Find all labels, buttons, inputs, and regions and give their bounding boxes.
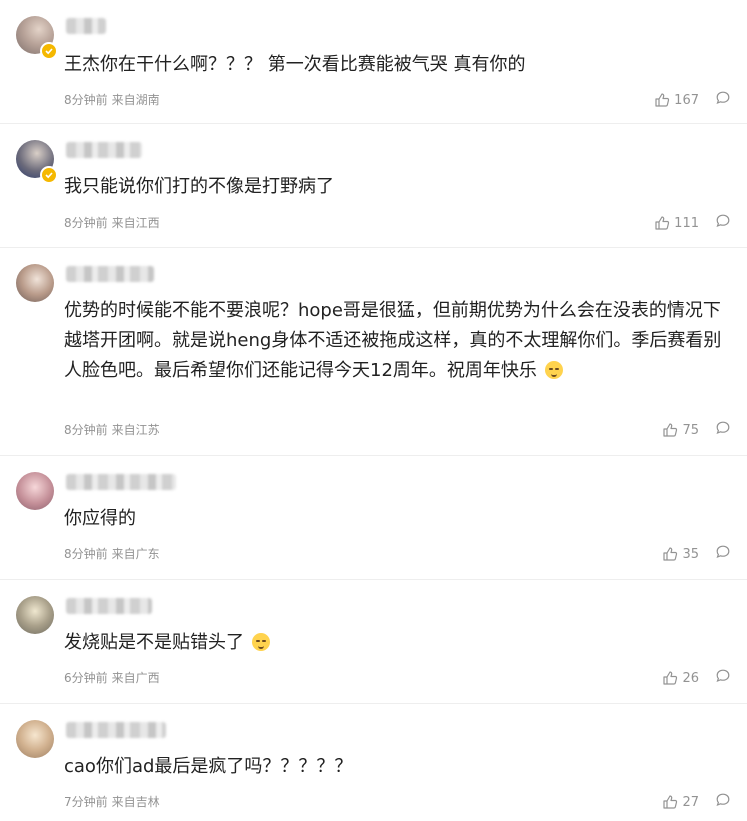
comment-location: 来自湖南 xyxy=(111,93,160,107)
comment-meta: 6分钟前 来自广西 xyxy=(64,669,160,686)
thumbs-up-icon xyxy=(655,216,670,230)
username-blurred[interactable] xyxy=(66,142,142,158)
like-count: 26 xyxy=(682,670,699,686)
avatar[interactable] xyxy=(16,264,54,302)
comment-item: 王杰你在干什么啊？？？ 第一次看比赛能被气哭 真有你的 8分钟前 来自湖南 16… xyxy=(0,0,747,124)
username-blurred[interactable] xyxy=(66,266,154,282)
comment-actions: 27 xyxy=(662,792,731,812)
avatar[interactable] xyxy=(16,720,54,758)
comment-meta: 7分钟前 来自吉林 xyxy=(64,793,160,810)
thumbs-up-icon xyxy=(663,671,678,685)
comment-item: 优势的时候能不能不要浪呢？hope哥是很猛，但前期优势为什么会在没表的情况下越塔… xyxy=(0,248,747,456)
avatar[interactable] xyxy=(16,596,54,634)
comment-meta: 8分钟前 来自江苏 xyxy=(64,421,160,438)
comment-location: 来自吉林 xyxy=(111,795,160,809)
comment-text-body: 发烧贴是不是贴错头了 xyxy=(64,632,244,653)
comment-meta: 8分钟前 来自江西 xyxy=(64,214,160,231)
comment-location: 来自江西 xyxy=(111,216,160,230)
avatar[interactable] xyxy=(16,472,54,510)
username-blurred[interactable] xyxy=(66,722,166,738)
comment-text-body: 优势的时候能不能不要浪呢？hope哥是很猛，但前期优势为什么会在没表的情况下越塔… xyxy=(64,300,722,381)
comment-item: cao你们ad最后是疯了吗？？？？？ 7分钟前 来自吉林 27 xyxy=(0,704,747,821)
emoji-icon xyxy=(251,633,270,651)
like-button[interactable]: 27 xyxy=(662,794,699,810)
like-count: 27 xyxy=(682,794,699,810)
username-blurred[interactable] xyxy=(66,18,106,34)
comment-item: 发烧贴是不是贴错头了 6分钟前 来自广西 26 xyxy=(0,580,747,704)
comment-location: 来自广西 xyxy=(111,671,160,685)
like-count: 35 xyxy=(682,546,699,562)
like-button[interactable]: 35 xyxy=(662,546,699,562)
reply-button[interactable] xyxy=(715,668,731,688)
verified-badge-icon xyxy=(40,166,58,184)
comment-actions: 35 xyxy=(662,544,731,564)
comment-bubble-icon xyxy=(716,545,730,559)
comment-text: 我只能说你们打的不像是打野病了 xyxy=(64,176,334,197)
comment-item: 你应得的 8分钟前 来自广东 35 xyxy=(0,456,747,580)
comment-actions: 167 xyxy=(654,90,731,110)
thumbs-up-icon xyxy=(663,423,678,437)
comment-feed: 王杰你在干什么啊？？？ 第一次看比赛能被气哭 真有你的 8分钟前 来自湖南 16… xyxy=(0,0,747,821)
comment-item: 我只能说你们打的不像是打野病了 8分钟前 来自江西 111 xyxy=(0,124,747,248)
comment-time: 8分钟前 xyxy=(64,423,108,437)
thumbs-up-icon xyxy=(655,93,670,107)
comment-text: 优势的时候能不能不要浪呢？hope哥是很猛，但前期优势为什么会在没表的情况下越塔… xyxy=(64,296,736,386)
username-blurred[interactable] xyxy=(66,474,176,490)
comment-actions: 75 xyxy=(662,420,731,440)
like-count: 75 xyxy=(682,422,699,438)
like-button[interactable]: 167 xyxy=(654,92,699,108)
comment-bubble-icon xyxy=(716,793,730,807)
reply-button[interactable] xyxy=(715,420,731,440)
reply-button[interactable] xyxy=(715,90,731,110)
like-count: 111 xyxy=(674,215,699,231)
reply-button[interactable] xyxy=(715,792,731,812)
comment-time: 8分钟前 xyxy=(64,216,108,230)
thumbs-up-icon xyxy=(663,795,678,809)
emoji-icon xyxy=(544,361,563,379)
comment-time: 8分钟前 xyxy=(64,547,108,561)
comment-time: 7分钟前 xyxy=(64,795,108,809)
comment-time: 6分钟前 xyxy=(64,671,108,685)
comment-actions: 111 xyxy=(654,213,731,233)
comment-bubble-icon xyxy=(716,421,730,435)
comment-meta: 8分钟前 来自湖南 xyxy=(64,91,160,108)
like-button[interactable]: 26 xyxy=(662,670,699,686)
comment-text: 你应得的 xyxy=(64,508,136,529)
comment-location: 来自广东 xyxy=(111,547,160,561)
reply-button[interactable] xyxy=(715,213,731,233)
verified-badge-icon xyxy=(40,42,58,60)
comment-location: 来自江苏 xyxy=(111,423,160,437)
like-button[interactable]: 75 xyxy=(662,422,699,438)
comment-bubble-icon xyxy=(716,669,730,683)
comment-text: 王杰你在干什么啊？？？ 第一次看比赛能被气哭 真有你的 xyxy=(64,54,526,75)
comment-text: 发烧贴是不是贴错头了 xyxy=(64,628,736,658)
comment-meta: 8分钟前 来自广东 xyxy=(64,545,160,562)
comment-bubble-icon xyxy=(716,214,730,228)
comment-time: 8分钟前 xyxy=(64,93,108,107)
username-blurred[interactable] xyxy=(66,598,152,614)
comment-actions: 26 xyxy=(662,668,731,688)
comment-text: cao你们ad最后是疯了吗？？？？？ xyxy=(64,756,353,777)
like-button[interactable]: 111 xyxy=(654,215,699,231)
reply-button[interactable] xyxy=(715,544,731,564)
like-count: 167 xyxy=(674,92,699,108)
thumbs-up-icon xyxy=(663,547,678,561)
comment-bubble-icon xyxy=(716,91,730,105)
